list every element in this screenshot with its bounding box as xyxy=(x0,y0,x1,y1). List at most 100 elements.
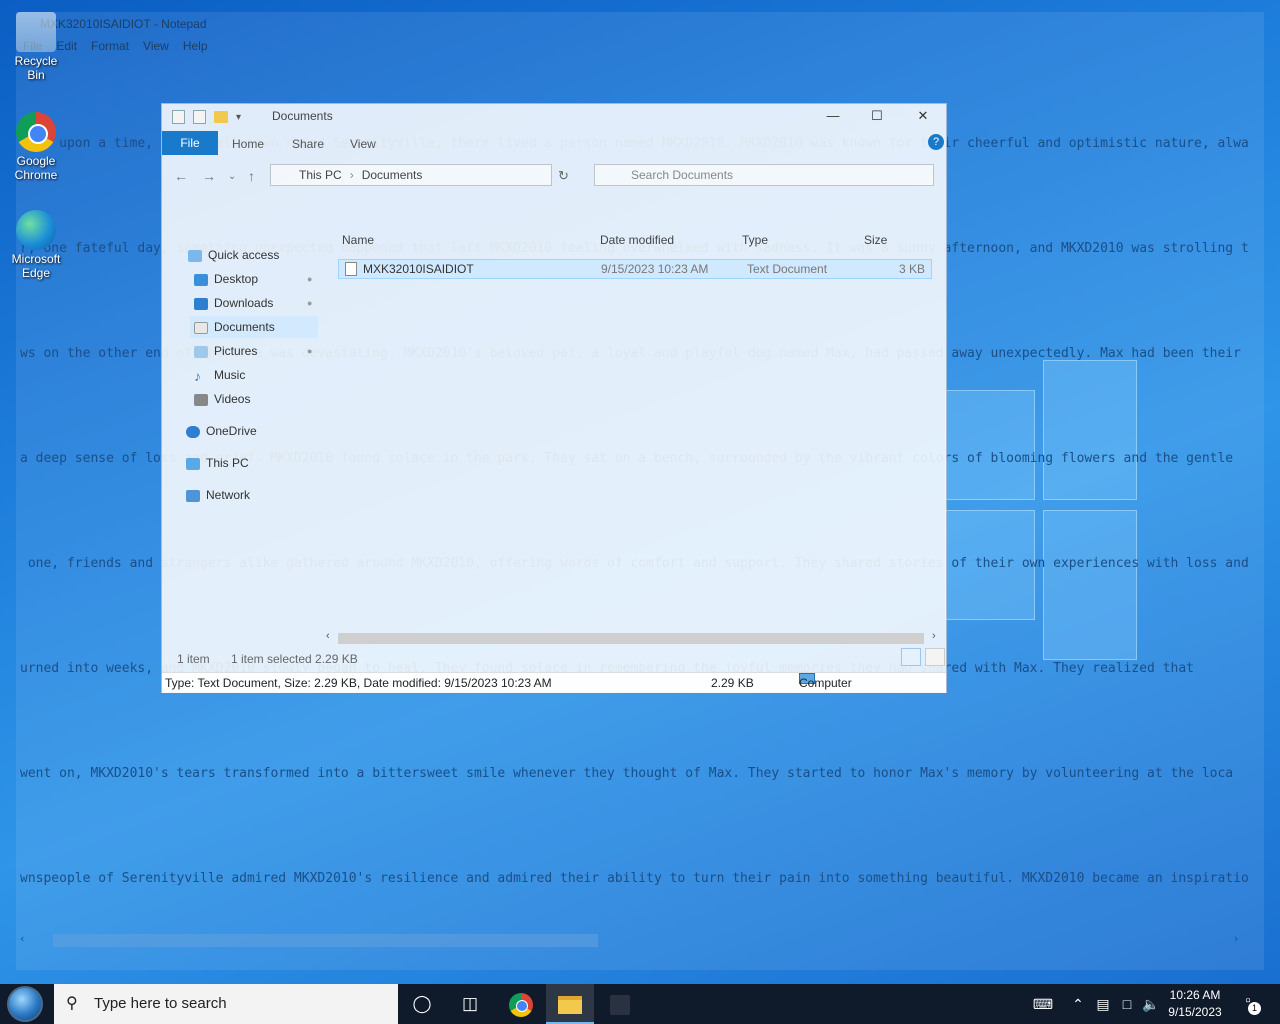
star-icon xyxy=(188,249,202,262)
properties-icon[interactable] xyxy=(172,110,185,124)
nav-downloads[interactable]: Downloads xyxy=(194,292,273,314)
recent-dropdown-icon[interactable]: ⌄ xyxy=(228,171,236,182)
file-row[interactable]: MXK32010ISAIDIOT 9/15/2023 10:23 AM Text… xyxy=(338,259,932,279)
back-arrow-icon[interactable]: ← xyxy=(174,168,188,184)
volume-muted-icon[interactable]: 🔈 xyxy=(1140,984,1162,1024)
scroll-left-icon[interactable]: ‹ xyxy=(326,630,330,642)
file-name: MXK32010ISAIDIOT xyxy=(363,262,474,276)
nav-quick-access[interactable]: Quick access xyxy=(188,244,279,266)
task-view-icon: ◫ xyxy=(461,994,479,1013)
nav-onedrive[interactable]: OneDrive xyxy=(186,420,257,442)
minimize-button[interactable]: — xyxy=(822,107,844,125)
text-line: wnspeople of Serenityville admired MKXD2… xyxy=(20,871,1248,886)
taskbar-notepad[interactable] xyxy=(596,984,644,1024)
chrome-icon xyxy=(509,992,533,1017)
large-icons-view-icon[interactable] xyxy=(925,648,945,666)
tab-home[interactable]: Home xyxy=(232,137,264,151)
nav-pictures[interactable]: Pictures xyxy=(194,340,257,362)
computer-icon xyxy=(186,457,200,470)
clock-date: 9/15/2023 xyxy=(1168,1005,1222,1019)
breadcrumb-documents[interactable]: Documents xyxy=(362,168,423,182)
column-header-name[interactable]: Name xyxy=(342,233,374,247)
start-button[interactable] xyxy=(0,984,54,1024)
cortana-button[interactable]: ◯ xyxy=(398,984,446,1024)
tab-view[interactable]: View xyxy=(350,137,376,151)
scroll-right-icon[interactable]: › xyxy=(932,630,936,642)
forward-arrow-icon[interactable]: → xyxy=(202,168,216,184)
file-list-horizontal-scrollbar[interactable]: ‹ › xyxy=(326,630,946,646)
search-input[interactable]: Search Documents xyxy=(594,164,934,186)
scrollbar-thumb[interactable] xyxy=(338,633,924,644)
tab-file[interactable]: File xyxy=(162,131,218,155)
ribbon-tabs: File Home Share View xyxy=(162,131,946,155)
pin-icon: ● xyxy=(307,274,313,284)
maximize-button[interactable]: ☐ xyxy=(866,107,888,125)
music-note-icon: ♪ xyxy=(194,367,201,384)
new-folder-icon[interactable] xyxy=(193,110,206,124)
network-tray-icon[interactable]: □ xyxy=(1116,984,1138,1024)
desktop-icon xyxy=(194,273,208,286)
notepad-horizontal-scrollbar[interactable]: ‹ › xyxy=(16,932,1246,950)
column-header-type[interactable]: Type xyxy=(742,233,768,247)
text-file-icon xyxy=(345,262,357,276)
nav-documents[interactable]: Documents xyxy=(190,316,318,338)
nav-this-pc[interactable]: This PC xyxy=(186,452,249,474)
text-line: went on, MKXD2010's tears transformed in… xyxy=(20,766,1234,781)
explorer-title: Documents xyxy=(272,109,333,123)
desktop-icon-edge[interactable]: Microsoft Edge xyxy=(6,210,66,280)
address-bar-row: ← → ⌄ ↑ This PC › Documents ↻ Search Docum… xyxy=(162,162,946,190)
system-clock[interactable]: 10:26 AM 9/15/2023 xyxy=(1162,987,1228,1021)
address-bar[interactable]: This PC › Documents xyxy=(270,164,552,186)
column-header-size[interactable]: Size xyxy=(864,233,887,247)
task-view-button[interactable]: ◫ xyxy=(446,984,494,1024)
up-arrow-icon[interactable]: ↑ xyxy=(248,168,255,184)
search-placeholder: Type here to search xyxy=(94,995,227,1012)
taskbar-file-explorer[interactable] xyxy=(546,984,594,1024)
search-icon: ⚲ xyxy=(66,995,78,1012)
device-icon[interactable]: ▤ xyxy=(1092,984,1114,1024)
nav-music[interactable]: ♪ Music xyxy=(194,364,245,386)
file-size: 3 KB xyxy=(899,262,926,276)
keyboard-icon[interactable]: ⌨ xyxy=(1028,984,1058,1024)
scrollbar-thumb[interactable] xyxy=(53,934,598,947)
selection-info: 1 item selected 2.29 KB xyxy=(231,652,358,666)
details-bar: Type: Text Document, Size: 2.29 KB, Date… xyxy=(162,672,946,693)
file-list[interactable]: Name Date modified Type Size MXK32010ISA… xyxy=(334,229,946,629)
menu-format[interactable]: Format xyxy=(84,36,136,56)
navigation-pane: Quick access Desktop ● Downloads ● Docum… xyxy=(162,244,322,634)
explorer-titlebar[interactable]: ▾ Documents — ☐ ✕ xyxy=(162,104,946,130)
refresh-icon[interactable]: ↻ xyxy=(558,168,569,184)
folder-icon xyxy=(214,111,228,123)
scroll-right-icon[interactable]: › xyxy=(1234,932,1238,945)
nav-desktop[interactable]: Desktop xyxy=(194,268,258,290)
action-center-button[interactable]: ▫ 1 xyxy=(1236,992,1261,1016)
taskbar-chrome[interactable] xyxy=(497,984,545,1024)
notepad-icon xyxy=(610,994,630,1015)
edge-icon xyxy=(16,210,56,250)
menu-view[interactable]: View xyxy=(136,36,176,56)
close-button[interactable]: ✕ xyxy=(912,107,934,125)
pictures-icon xyxy=(194,345,208,358)
desktop-icon-recycle-bin[interactable]: Recycle Bin xyxy=(6,12,66,82)
tab-share[interactable]: Share xyxy=(292,137,324,151)
nav-network[interactable]: Network xyxy=(186,484,250,506)
details-view-icon[interactable] xyxy=(901,648,921,666)
file-details-text: Type: Text Document, Size: 2.29 KB, Date… xyxy=(165,676,552,690)
breadcrumb-this-pc[interactable]: This PC xyxy=(299,168,342,182)
taskbar-search-box[interactable]: ⚲ Type here to search xyxy=(54,984,398,1024)
download-icon xyxy=(194,297,208,310)
videos-icon xyxy=(194,393,208,406)
menu-help[interactable]: Help xyxy=(176,36,215,56)
file-date: 9/15/2023 10:23 AM xyxy=(601,262,709,276)
status-bar: 1 item 1 item selected 2.29 KB xyxy=(177,648,945,670)
clock-time: 10:26 AM xyxy=(1169,988,1221,1002)
scroll-left-icon[interactable]: ‹ xyxy=(20,932,24,945)
help-icon[interactable]: ? xyxy=(928,134,944,150)
file-explorer-window[interactable]: ▾ Documents — ☐ ✕ File Home Share View ?… xyxy=(161,103,947,693)
recycle-bin-icon xyxy=(16,12,56,52)
nav-videos[interactable]: Videos xyxy=(194,388,250,410)
chevron-up-icon[interactable]: ⌃ xyxy=(1068,984,1088,1024)
column-header-date[interactable]: Date modified xyxy=(600,233,674,247)
desktop-icon-chrome[interactable]: Google Chrome xyxy=(6,112,66,182)
customize-dropdown-icon[interactable]: ▾ xyxy=(236,112,241,123)
